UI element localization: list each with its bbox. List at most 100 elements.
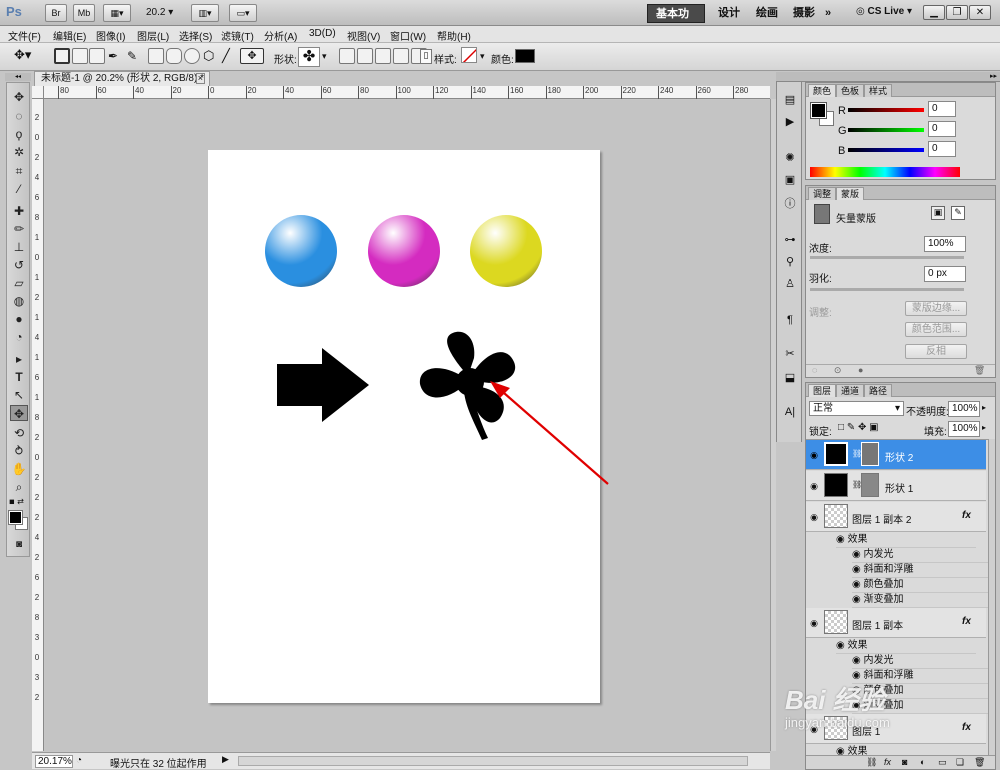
menu-filter[interactable]: 滤镜(T) — [221, 28, 254, 43]
fx-icon[interactable]: fx — [962, 722, 971, 733]
effect-eye-icon[interactable]: ◉ — [852, 564, 864, 575]
effect-eye-icon[interactable]: ◉ — [852, 700, 864, 711]
subtract-shape-button[interactable] — [375, 48, 391, 64]
3d-panel-icon[interactable]: ⊶ — [781, 232, 799, 248]
delete-mask-icon[interactable]: 🗑 — [974, 365, 985, 375]
bridge-button[interactable]: Br — [45, 4, 67, 22]
arrange-documents-button[interactable]: ▥▾ — [191, 4, 219, 22]
3d-rotate-icon[interactable]: ⟲ — [10, 425, 28, 441]
effect-eye-icon[interactable]: ◉ — [852, 670, 864, 681]
tab-styles[interactable]: 样式 — [864, 84, 893, 97]
menu-view[interactable]: 视图(V) — [347, 28, 380, 43]
paragraph-panel-icon[interactable]: ¶ — [781, 312, 799, 328]
intersect-shape-button[interactable] — [393, 48, 409, 64]
effect-row[interactable]: ◉ 内发光 — [852, 548, 992, 563]
channel-b-value[interactable]: 0 — [928, 141, 956, 157]
swap-colors-icon[interactable]: ◾ ⇄ — [9, 497, 29, 507]
effect-eye-icon[interactable]: ◉ — [852, 579, 864, 590]
tools-panel-header[interactable]: ◂◂ — [5, 73, 31, 81]
density-value[interactable]: 100% — [924, 236, 966, 252]
add-style-icon[interactable]: fx — [884, 757, 891, 767]
cs-live-button[interactable]: ◎ CS Live ▾ — [856, 6, 912, 17]
path-selection-icon[interactable]: ▸ — [10, 351, 28, 367]
fill-dropdown[interactable]: ▸ — [982, 423, 986, 432]
channel-b-slider[interactable] — [848, 148, 924, 152]
animation-panel-icon[interactable]: ⚲ — [781, 254, 799, 270]
ellipse-tool-button[interactable] — [184, 48, 200, 64]
tab-layers[interactable]: 图层 — [808, 384, 837, 397]
mask-edge-button[interactable]: 蒙版边缘... — [905, 301, 967, 316]
effect-row[interactable]: ◉ 颜色叠加 — [852, 684, 992, 699]
effect-eye-icon[interactable]: ◉ — [852, 594, 864, 605]
marquee-tool-icon[interactable]: ◌ — [10, 108, 28, 124]
feather-slider[interactable] — [810, 288, 964, 291]
zoom-level-field[interactable]: 20.2 ▾ — [146, 7, 173, 18]
character-panel-icon[interactable]: A| — [781, 404, 799, 420]
styles-panel-icon[interactable]: ⬓ — [781, 370, 799, 386]
add-to-shape-button[interactable] — [357, 48, 373, 64]
fx-icon[interactable]: fx — [962, 616, 971, 627]
minimize-button[interactable]: ▁ — [923, 5, 945, 20]
paint-bucket-icon[interactable]: ◍ — [10, 293, 28, 309]
custom-shape-tool-button[interactable]: ✥ — [240, 48, 264, 64]
polygon-tool-icon[interactable]: ⬡ — [203, 48, 214, 64]
menu-3d[interactable]: 3D(D) — [309, 28, 336, 39]
color-spectrum-bar[interactable] — [810, 167, 960, 177]
tab-paths[interactable]: 路径 — [864, 384, 893, 397]
workspace-essentials[interactable]: 基本功能 — [647, 4, 705, 39]
workspace-design[interactable]: 设计 — [710, 4, 748, 23]
channel-r-value[interactable]: 0 — [928, 101, 956, 117]
effect-row[interactable]: ◉ 渐变叠加 — [852, 699, 992, 714]
feather-value[interactable]: 0 px — [924, 266, 966, 282]
screen-mode-button[interactable]: ▭▾ — [229, 4, 257, 22]
visibility-eye-icon[interactable]: ◉ — [809, 618, 819, 628]
more-workspaces-button[interactable]: » — [817, 4, 839, 23]
panel-dock-header[interactable]: ▸▸ — [776, 72, 1000, 82]
effects-eye-icon[interactable]: ◉ — [836, 534, 848, 545]
visibility-eye-icon[interactable]: ◉ — [809, 481, 819, 491]
shape-picker-dropdown[interactable]: ▾ — [322, 51, 327, 62]
lasso-tool-icon[interactable]: ϙ — [10, 126, 28, 142]
tab-masks[interactable]: 蒙版 — [836, 187, 865, 200]
effects-row[interactable]: ◉ 效果 — [836, 533, 976, 548]
link-layers-icon[interactable]: ⛓ — [866, 757, 877, 768]
healing-brush-icon[interactable]: ✚ — [10, 203, 28, 219]
workspace-painting[interactable]: 绘画 — [748, 4, 786, 23]
effect-row[interactable]: ◉ 内发光 — [852, 654, 992, 669]
freeform-pen-icon[interactable]: ✎ — [127, 49, 137, 63]
effect-row[interactable]: ◉ 斜面和浮雕 — [852, 669, 992, 684]
document-tab[interactable]: 未标题-1 @ 20.2% (形状 2, RGB/8) * × — [34, 71, 210, 87]
layers-scrollbar[interactable] — [988, 439, 995, 757]
color-foreground-swatch[interactable] — [810, 102, 827, 119]
status-zoom[interactable]: 20.17% — [35, 755, 73, 768]
layer-row-shape2[interactable]: ◉ ⛓ 形状 2 — [806, 440, 986, 470]
crop-tool-icon[interactable]: ⌗ — [10, 163, 28, 179]
effect-eye-icon[interactable]: ◉ — [852, 549, 864, 560]
pen-tool-icon[interactable]: ✒ — [108, 49, 118, 63]
ball-yellow[interactable] — [470, 215, 542, 287]
tool-preset-picker[interactable]: ✥▾ — [14, 47, 44, 65]
effect-row[interactable]: ◉ 斜面和浮雕 — [852, 563, 992, 578]
tool-presets-icon[interactable]: ✂ — [781, 346, 799, 362]
zoom-tool-icon[interactable]: ⌕ — [10, 479, 28, 495]
style-dropdown[interactable]: ▾ — [480, 51, 485, 62]
restore-button[interactable]: ❐ — [946, 5, 968, 20]
menu-layer[interactable]: 图层(L) — [137, 28, 169, 43]
blend-mode-select[interactable]: 正常 ▾ — [809, 401, 904, 416]
foreground-color[interactable] — [8, 510, 23, 525]
delete-layer-icon[interactable]: 🗑 — [974, 757, 985, 768]
menu-help[interactable]: 帮助(H) — [437, 28, 471, 43]
effects-row[interactable]: ◉ 效果 — [836, 639, 976, 654]
pixel-mask-icon[interactable]: ▣ — [931, 206, 945, 220]
layer-row-layer1[interactable]: ◉ 图层 1 fx — [806, 714, 986, 744]
shape-layers-button[interactable] — [54, 48, 70, 64]
history-brush-icon[interactable]: ↺ — [10, 257, 28, 273]
eraser-tool-icon[interactable]: ▱ — [10, 275, 28, 291]
arrow-shape[interactable] — [275, 348, 371, 424]
dodge-tool-icon[interactable]: ◔ — [10, 329, 28, 345]
disable-mask-icon[interactable]: ● — [858, 365, 863, 375]
fx-icon[interactable]: fx — [962, 510, 971, 521]
close-tab-icon[interactable]: × — [195, 73, 205, 84]
close-button[interactable]: ✕ — [969, 5, 991, 20]
effect-row[interactable]: ◉ 渐变叠加 — [852, 593, 992, 608]
